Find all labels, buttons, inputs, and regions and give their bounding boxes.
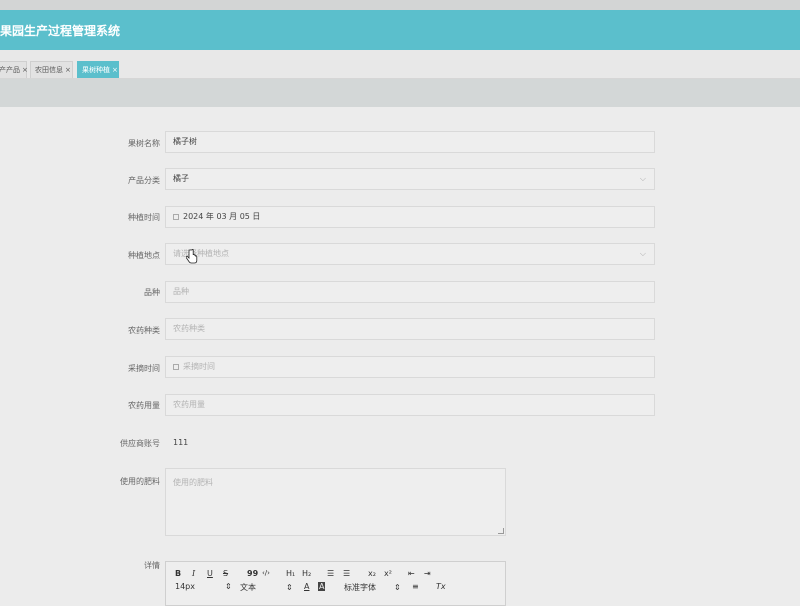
category-label: 产品分类 [128, 176, 160, 185]
code-button[interactable]: ‹/› [262, 569, 270, 577]
updown-icon: ⇕ [394, 583, 401, 592]
variety-label: 品种 [144, 288, 160, 297]
strikethrough-button[interactable]: S [223, 569, 228, 578]
app-header: 果园生产过程管理系统 [0, 10, 800, 50]
subscript-button[interactable]: x₂ [368, 569, 376, 578]
tab-label: 农田信息 [35, 66, 63, 74]
superscript-button[interactable]: x² [384, 569, 392, 578]
fertilizer-placeholder: 使用的肥料 [173, 478, 213, 487]
app-title: 果园生产过程管理系统 [0, 24, 121, 38]
tree-name-input[interactable]: 橘子树 [165, 131, 655, 153]
updown-icon: ⇕ [225, 582, 232, 591]
pick-time-placeholder: 采摘时间 [183, 362, 215, 371]
plant-place-placeholder: 请选择种植地点 [173, 249, 229, 258]
text-style-value: 文本 [240, 583, 256, 592]
italic-button[interactable]: I [192, 569, 195, 578]
font-size-value: 14px [175, 582, 195, 591]
clear-format-button[interactable]: Tx [436, 582, 446, 591]
updown-icon: ⇕ [286, 583, 293, 592]
blockquote-button[interactable]: 99 [247, 569, 258, 578]
rich-text-editor[interactable]: B I U S 99 ‹/› H₁ H₂ ☰ ☰ x₂ x² ⇤ ⇥ 14px ⇕… [165, 561, 506, 606]
heading2-button[interactable]: H₂ [302, 569, 311, 578]
font-size-select[interactable]: 14px ⇕ [175, 582, 232, 591]
resize-handle-icon[interactable] [498, 528, 504, 534]
pesticide-type-label: 农药种类 [128, 326, 160, 335]
tab-fruit-tree-planting[interactable]: 果树种植 × [77, 61, 119, 78]
tab-bar: 生产产品× 农田信息× 果树种植× [0, 50, 800, 79]
plant-time-value: 2024 年 03 月 05 日 [183, 212, 261, 221]
cursor-hand-icon [186, 249, 198, 264]
heading1-button[interactable]: H₁ [286, 569, 295, 578]
ordered-list-button[interactable]: ☰ [327, 569, 334, 578]
pick-time-input[interactable]: 采摘时间 [165, 356, 655, 378]
chevron-down-icon: ⌵ [639, 174, 646, 183]
plant-time-input[interactable]: 2024 年 03 月 05 日 [165, 206, 655, 228]
calendar-icon [173, 214, 179, 220]
underline-button[interactable]: U [207, 569, 213, 578]
plant-place-select[interactable]: 请选择种植地点 ⌵ [165, 243, 655, 265]
tree-name-value: 橘子树 [173, 137, 197, 146]
close-icon[interactable]: × [22, 66, 28, 74]
calendar-icon [173, 364, 179, 370]
font-color-button[interactable]: A [304, 582, 309, 591]
align-button[interactable]: ≡ [412, 582, 419, 591]
pesticide-amount-input[interactable]: 农药用量 [165, 394, 655, 416]
plant-time-label: 种植时间 [128, 213, 160, 222]
chevron-down-icon: ⌵ [639, 249, 646, 258]
fertilizer-label: 使用的肥料 [120, 477, 160, 486]
background-color-button[interactable]: A [318, 582, 326, 591]
top-strip [0, 0, 800, 10]
bold-button[interactable]: B [175, 569, 181, 578]
page-toolbar-strip [0, 79, 800, 107]
pesticide-type-input[interactable]: 农药种类 [165, 318, 655, 340]
pick-time-label: 采摘时间 [128, 364, 160, 373]
plant-place-label: 种植地点 [128, 251, 160, 260]
tab-label: 生产产品 [0, 66, 20, 74]
variety-input[interactable]: 品种 [165, 281, 655, 303]
bullet-list-button[interactable]: ☰ [343, 569, 350, 578]
outdent-button[interactable]: ⇤ [408, 569, 415, 578]
category-select[interactable]: 橘子 ⌵ [165, 168, 655, 190]
close-icon[interactable]: × [65, 66, 71, 74]
tab-label: 果树种植 [82, 66, 110, 74]
tree-name-label: 果树名称 [128, 139, 160, 148]
pesticide-type-placeholder: 农药种类 [173, 324, 205, 333]
pesticide-amount-placeholder: 农药用量 [173, 400, 205, 409]
font-family-select[interactable]: 标准字体 ⇕ [344, 582, 401, 593]
fertilizer-textarea[interactable]: 使用的肥料 [165, 468, 506, 536]
supplier-no-value: 111 [173, 438, 189, 447]
close-icon[interactable]: × [112, 66, 118, 74]
tab-farmland[interactable]: 农田信息 × [30, 61, 73, 78]
pesticide-amount-label: 农药用量 [128, 401, 160, 410]
category-value: 橘子 [173, 174, 189, 183]
tab-products[interactable]: 生产产品× [0, 61, 28, 78]
text-style-select[interactable]: 文本 ⇕ [240, 582, 293, 593]
detail-label: 详情 [144, 561, 160, 570]
variety-placeholder: 品种 [173, 287, 189, 296]
supplier-no-label: 供应商账号 [120, 439, 160, 448]
font-family-value: 标准字体 [344, 583, 376, 592]
indent-button[interactable]: ⇥ [424, 569, 431, 578]
